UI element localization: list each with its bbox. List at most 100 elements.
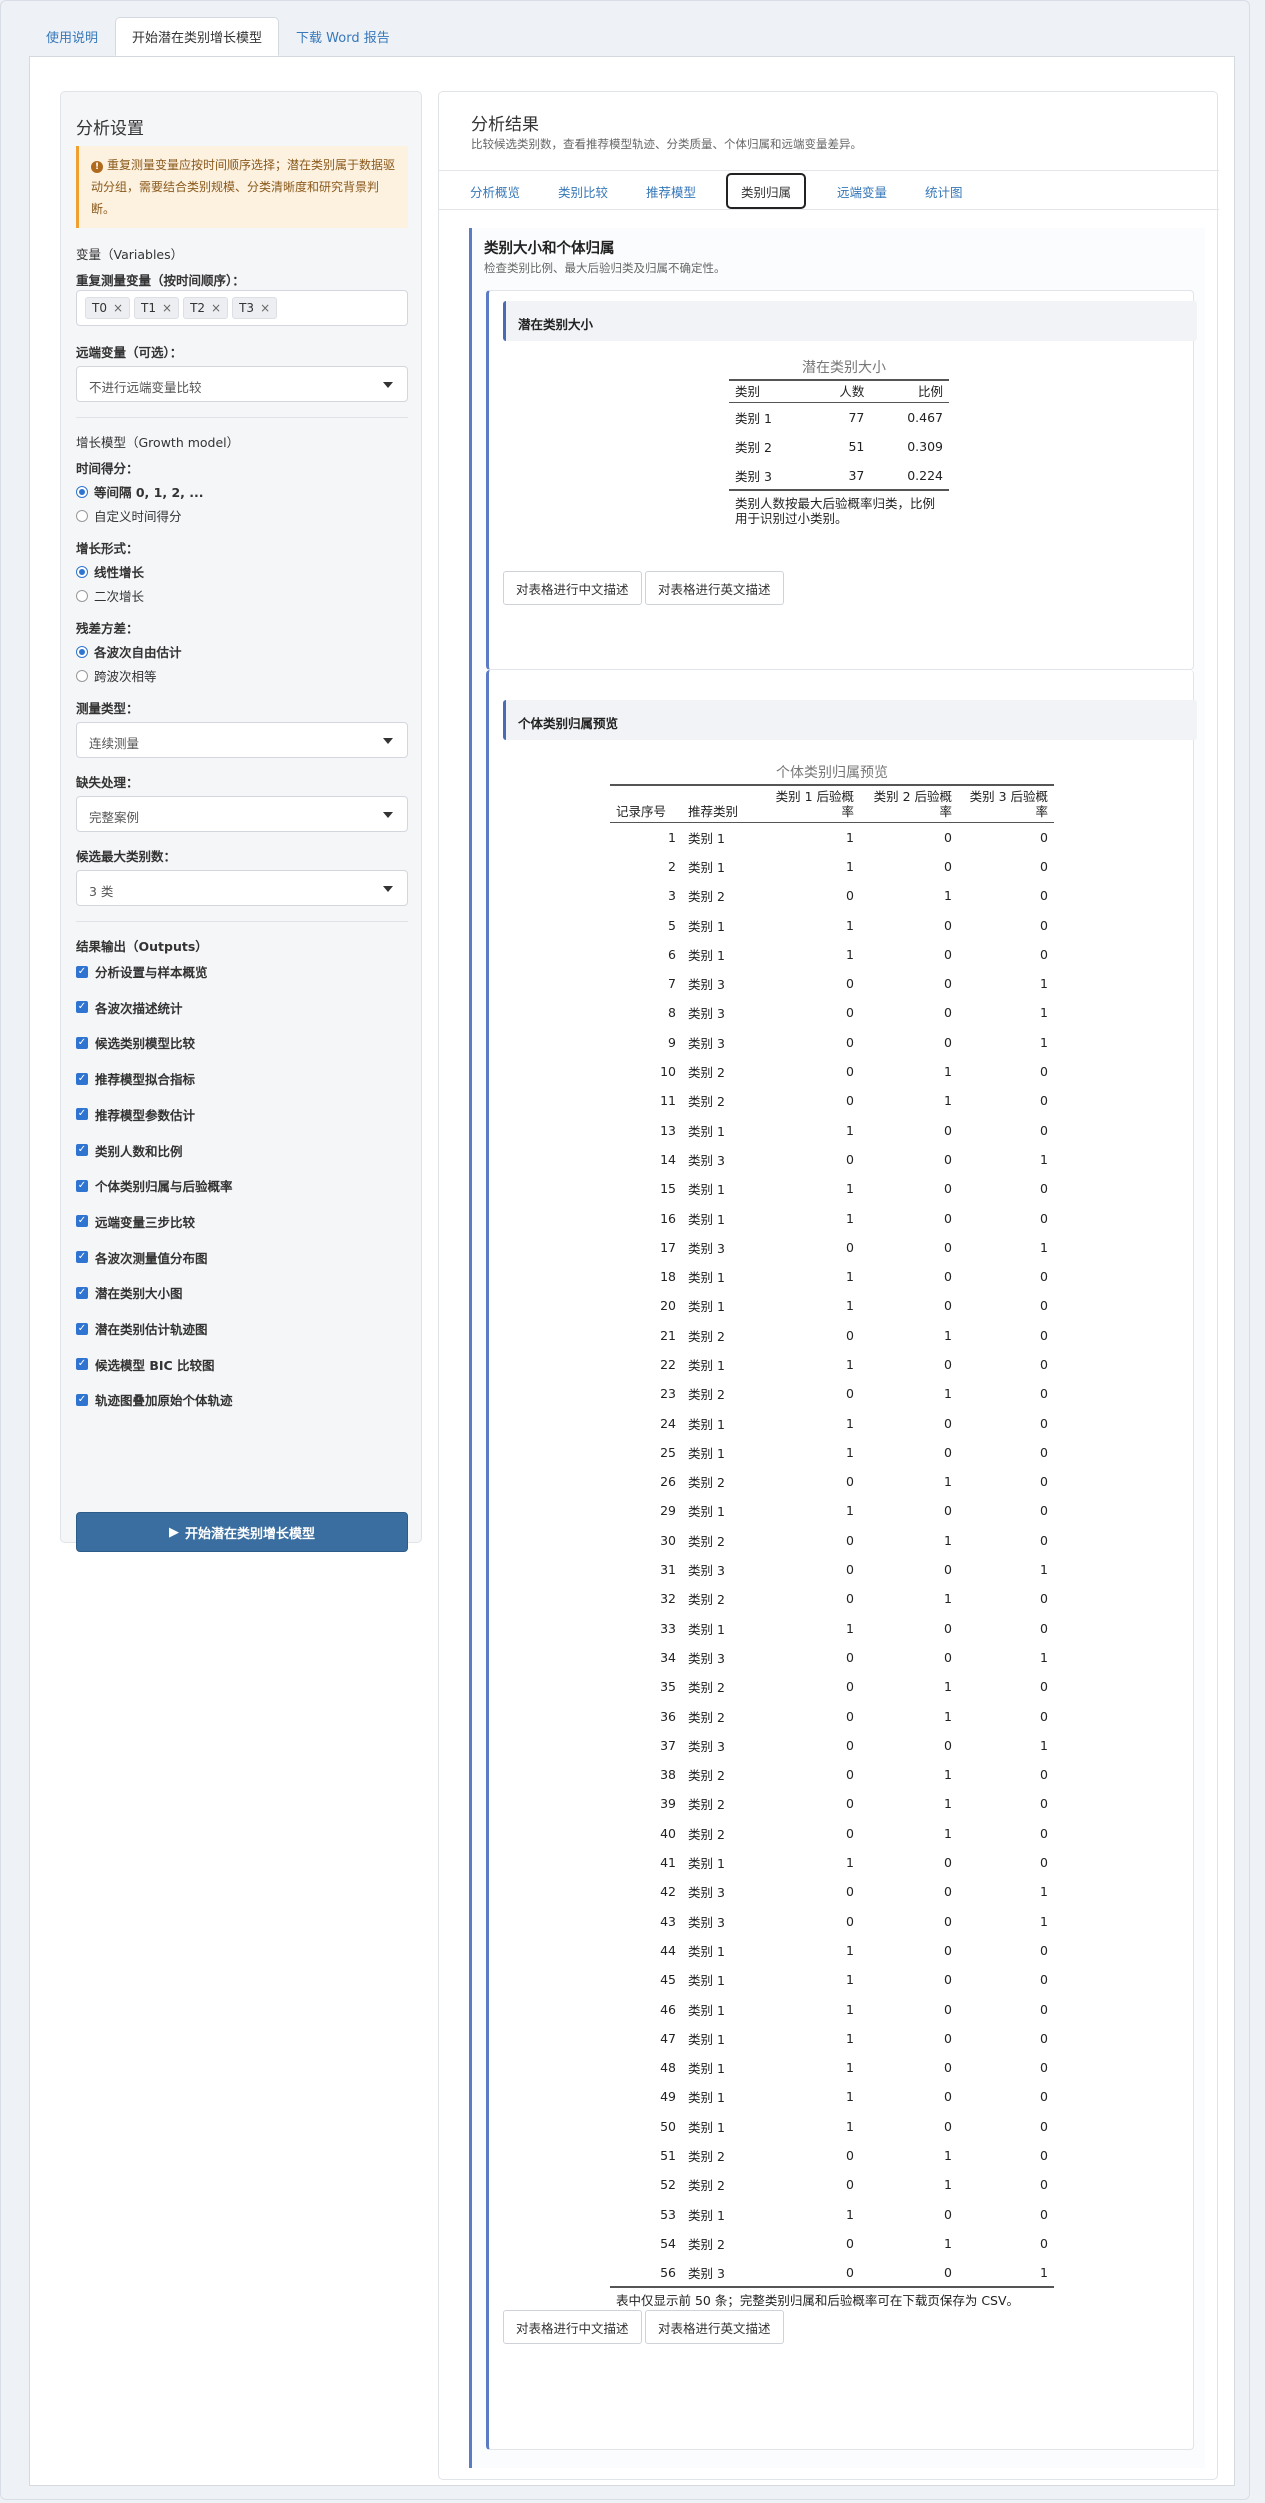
time-option-equal[interactable]: 等间隔 0, 1, 2, ... (76, 482, 204, 501)
measure-select[interactable]: 连续测量 (76, 722, 408, 758)
describe-en-button[interactable]: 对表格进行英文描述 (645, 2310, 784, 2344)
missing-select[interactable]: 完整案例 (76, 796, 408, 832)
describe-en-button[interactable]: 对表格进行英文描述 (645, 571, 784, 605)
table-cell: 0 (846, 1093, 854, 1109)
output-checkbox[interactable]: ✓ 类别人数和比例 (76, 1141, 183, 1160)
resid-option-equal[interactable]: 跨波次相等 (76, 666, 157, 685)
checkbox-label: 潜在类别估计轨迹图 (95, 1322, 208, 1337)
table-cell: 类别 2 (688, 2178, 725, 2194)
output-checkbox[interactable]: ✓ 远端变量三步比较 (76, 1212, 195, 1231)
table-cell: 40 (660, 1825, 676, 1841)
table-cell: 0 (846, 1825, 854, 1841)
table-row: 33 类别 1 1 0 0 (610, 1614, 1054, 1643)
output-checkbox[interactable]: ✓ 潜在类别估计轨迹图 (76, 1319, 208, 1338)
output-checkbox[interactable]: ✓ 候选模型 BIC 比较图 (76, 1355, 215, 1374)
table-cell: 48 (660, 2060, 676, 2076)
subtab-overview[interactable]: 分析概览 (457, 173, 533, 209)
repeated-vars-input[interactable]: T0 × T1 × T2 × T3 × (76, 290, 408, 326)
run-model-button[interactable]: ▶ 开始潜在类别增长模型 (76, 1512, 408, 1552)
table-cell: 0 (944, 858, 952, 874)
tab-instructions[interactable]: 使用说明 (29, 17, 115, 56)
describe-cn-button[interactable]: 对表格进行中文描述 (503, 571, 642, 605)
table-cell: 0 (1040, 1942, 1048, 1958)
divider (76, 921, 408, 922)
table-cell: 1 (846, 1181, 854, 1197)
table-cell: 0 (1040, 1181, 1048, 1197)
table-cell: 1 (846, 2060, 854, 2076)
output-checkbox[interactable]: ✓ 推荐模型拟合指标 (76, 1069, 195, 1088)
table-cell: 21 (660, 1327, 676, 1343)
table-cell: 0 (846, 1708, 854, 1724)
output-checkbox[interactable]: ✓ 潜在类别大小图 (76, 1283, 183, 1302)
table-cell: 13 (660, 1122, 676, 1138)
table-row: 7 类别 3 0 0 1 (610, 969, 1054, 998)
table-cell: 39 (660, 1796, 676, 1812)
subtab-membership[interactable]: 类别归属 (726, 173, 807, 209)
variable-chip[interactable]: T2 × (183, 297, 229, 319)
table-cell: 0 (944, 2060, 952, 2076)
variable-chip[interactable]: T1 × (134, 297, 180, 319)
size-col-header: 类别 (729, 380, 810, 403)
maxclass-select[interactable]: 3 类 (76, 870, 408, 906)
radio-selected-icon (76, 565, 88, 578)
table-cell: 24 (660, 1415, 676, 1431)
table-cell: 0 (1040, 1532, 1048, 1548)
table-cell: 0 (944, 1855, 952, 1871)
subtab-distal[interactable]: 远端变量 (824, 173, 900, 209)
subtab-recommended[interactable]: 推荐模型 (633, 173, 709, 209)
output-checkbox[interactable]: ✓ 分析设置与样本概览 (76, 962, 208, 981)
table-cell: 0 (1040, 1591, 1048, 1607)
table-row: 36 类别 2 0 1 0 (610, 1701, 1054, 1730)
tab-run-model[interactable]: 开始潜在类别增长模型 (115, 17, 280, 56)
table-cell: 类别 2 (688, 1592, 725, 1608)
table-cell: 类别 1 (688, 1973, 725, 1989)
table-cell: 0 (1040, 829, 1048, 845)
remove-icon[interactable]: × (260, 301, 270, 315)
output-checkbox[interactable]: ✓ 个体类别归属与后验概率 (76, 1176, 233, 1195)
remove-icon[interactable]: × (211, 301, 221, 315)
table-cell: 0 (944, 976, 952, 992)
output-checkbox[interactable]: ✓ 各波次描述统计 (76, 998, 183, 1017)
table-cell: 0 (846, 1327, 854, 1343)
table-row: 47 类别 1 1 0 0 (610, 2024, 1054, 2053)
table-cell: 1 (1040, 1151, 1048, 1167)
table-cell: 0 (846, 1474, 854, 1490)
table-row: 37 类别 3 0 0 1 (610, 1731, 1054, 1760)
measure-label: 测量类型： (76, 701, 139, 716)
table-cell: 46 (660, 2001, 676, 2017)
output-checkbox[interactable]: ✓ 推荐模型参数估计 (76, 1105, 195, 1124)
table-row: 22 类别 1 1 0 0 (610, 1350, 1054, 1379)
chevron-down-icon (383, 738, 393, 744)
table-cell: 1 (958, 2258, 1054, 2289)
describe-cn-button[interactable]: 对表格进行中文描述 (503, 2310, 642, 2344)
variable-chip[interactable]: T3 × (232, 297, 278, 319)
table-cell: 0 (1040, 858, 1048, 874)
table-cell: 1 (846, 1269, 854, 1285)
table-cell: 1 (846, 1855, 854, 1871)
table-cell: 类别 1 (688, 2207, 725, 2223)
remove-icon[interactable]: × (113, 301, 123, 315)
table-cell: 类别 1 (688, 2090, 725, 2106)
table-cell: 0 (846, 1064, 854, 1080)
member-table: 记录序号 推荐类别 类别 1 后验概率 类别 2 后验概率 类别 3 后验概率 … (610, 784, 1054, 2289)
distal-select[interactable]: 不进行远端变量比较 (76, 366, 408, 402)
remove-icon[interactable]: × (162, 301, 172, 315)
subtab-class-compare[interactable]: 类别比较 (545, 173, 621, 209)
output-checkbox[interactable]: ✓ 各波次测量值分布图 (76, 1248, 208, 1267)
table-cell: 类别 2 (688, 1768, 725, 1784)
subtab-plots[interactable]: 统计图 (912, 173, 976, 209)
tab-download-report[interactable]: 下载 Word 报告 (279, 17, 407, 56)
form-option-quadratic[interactable]: 二次增长 (76, 586, 144, 605)
output-checkbox[interactable]: ✓ 候选类别模型比较 (76, 1033, 195, 1052)
time-option-custom[interactable]: 自定义时间得分 (76, 506, 182, 525)
table-cell: 类别 1 (688, 1182, 725, 1198)
table-cell: 0 (1040, 1444, 1048, 1460)
output-checkbox[interactable]: ✓ 轨迹图叠加原始个体轨迹 (76, 1390, 233, 1409)
variable-chip[interactable]: T0 × (85, 297, 131, 319)
table-cell: 0 (846, 1679, 854, 1695)
table-cell: 0 (1040, 1972, 1048, 1988)
alert-text: 重复测量变量应按时间顺序选择；潜在类别属于数据驱动分组，需要结合类别规模、分类清… (91, 158, 396, 216)
table-row: 46 类别 1 1 0 0 (610, 1994, 1054, 2023)
resid-option-free[interactable]: 各波次自由估计 (76, 642, 182, 661)
form-option-linear[interactable]: 线性增长 (76, 562, 144, 581)
